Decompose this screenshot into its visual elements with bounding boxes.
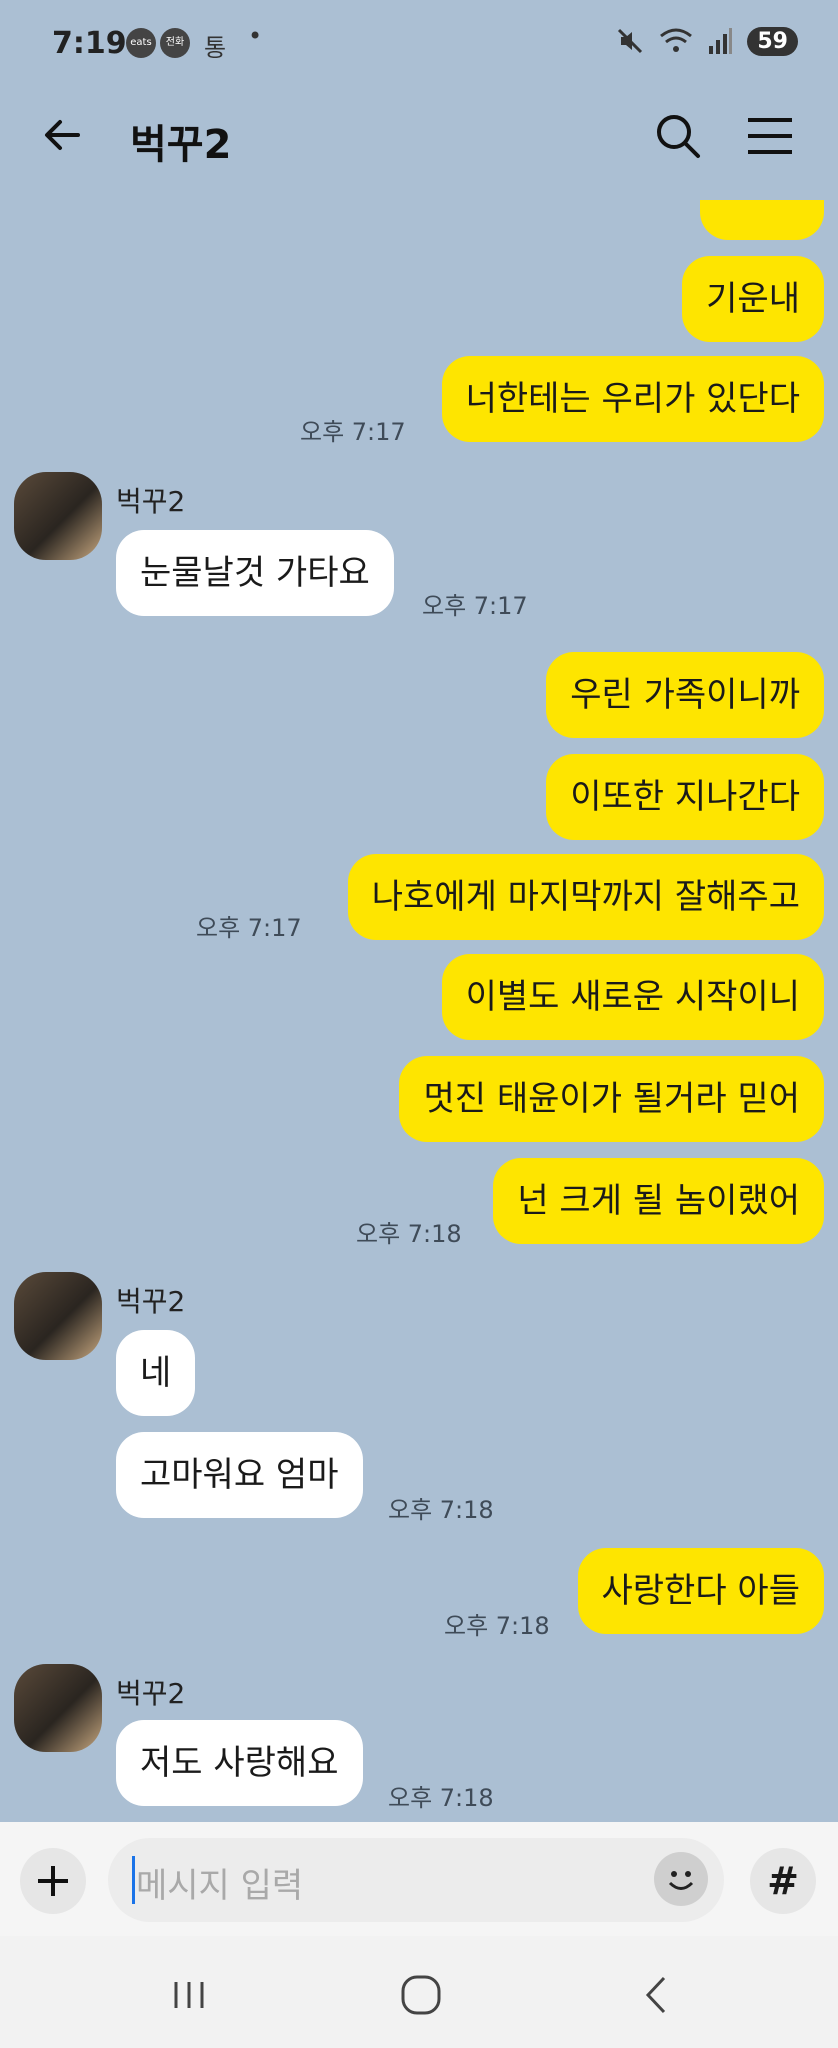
avatar[interactable] <box>14 1664 102 1752</box>
avatar[interactable] <box>14 1272 102 1360</box>
menu-icon[interactable] <box>742 108 798 164</box>
message-input[interactable]: 메시지 입력 <box>108 1838 724 1922</box>
hash-icon: # <box>767 1859 799 1903</box>
message-bubble-mine: 나호에게 마지막까지 잘해주고 <box>347 854 824 940</box>
mute-icon <box>618 28 643 54</box>
add-attachment-button[interactable] <box>20 1848 86 1914</box>
chat-header: 벅꾸2 <box>0 90 838 200</box>
sender-name: 벅꾸2 <box>116 1677 186 1710</box>
dot-icon: • <box>248 22 263 50</box>
message-time: 오후 7:18 <box>356 1220 462 1248</box>
message-time: 오후 7:18 <box>388 1496 494 1524</box>
message-bubble-mine: 멋진 태윤이가 될거라 믿어 <box>399 1056 824 1142</box>
message-bubble-theirs: 고마워요 엄마 <box>116 1432 363 1518</box>
emoji-icon <box>668 1871 694 1890</box>
search-icon[interactable] <box>650 108 706 164</box>
status-bar: 7:19 eats 전화 통 • 59 <box>0 0 838 90</box>
system-nav-bar <box>0 1936 838 2048</box>
message-time: 오후 7:17 <box>300 418 406 446</box>
status-time: 7:19 <box>52 26 127 61</box>
nav-back-icon[interactable] <box>632 1970 682 2020</box>
message-bubble-theirs: 저도 사랑해요 <box>116 1720 363 1806</box>
message-bubble-mine: 기운내 <box>682 256 824 342</box>
message-bubble-theirs: 눈물날것 가타요 <box>116 530 394 616</box>
message-time: 오후 7:17 <box>422 592 528 620</box>
home-icon[interactable] <box>396 1970 446 2020</box>
input-bar: 메시지 입력 # <box>0 1822 838 1936</box>
sender-name: 벅꾸2 <box>116 485 186 518</box>
back-arrow-icon[interactable] <box>38 110 88 160</box>
message-bubble-mine: 넌 크게 될 놈이랬어 <box>493 1158 824 1244</box>
status-right: 59 <box>615 26 798 56</box>
avatar[interactable] <box>14 472 102 560</box>
plus-icon <box>38 1866 68 1896</box>
message-bubble-mine: 이또한 지나간다 <box>546 754 824 840</box>
message-bubble-mine: 사랑한다 아들 <box>577 1548 824 1634</box>
message-bubble-mine: 너한테는 우리가 있단다 <box>441 356 824 442</box>
message-bubble-partial <box>700 200 824 240</box>
wifi-icon <box>660 28 693 52</box>
call-app-icon: 전화 <box>160 28 190 58</box>
emoji-button[interactable] <box>654 1852 708 1906</box>
notification-icon: 통 <box>204 34 227 62</box>
chat-title: 벅꾸2 <box>130 122 232 168</box>
signal-icon <box>709 28 733 54</box>
battery-badge: 59 <box>747 26 798 56</box>
message-input-placeholder: 메시지 입력 <box>136 1866 304 1906</box>
message-time: 오후 7:18 <box>444 1612 550 1640</box>
message-bubble-theirs: 네 <box>116 1330 196 1416</box>
hash-button[interactable]: # <box>750 1848 816 1914</box>
recent-apps-icon[interactable] <box>164 1970 214 2020</box>
message-bubble-mine: 이별도 새로운 시작이니 <box>441 954 824 1040</box>
message-time: 오후 7:18 <box>388 1784 494 1812</box>
sender-name: 벅꾸2 <box>116 1285 186 1318</box>
message-bubble-mine: 우린 가족이니까 <box>546 652 824 738</box>
eats-app-icon: eats <box>126 28 156 58</box>
text-cursor <box>132 1856 135 1904</box>
message-list[interactable]: 기운내 너한테는 우리가 있단다 오후 7:17 벅꾸2 눈물날것 가타요 오후… <box>0 200 838 1822</box>
message-time: 오후 7:17 <box>196 914 302 942</box>
